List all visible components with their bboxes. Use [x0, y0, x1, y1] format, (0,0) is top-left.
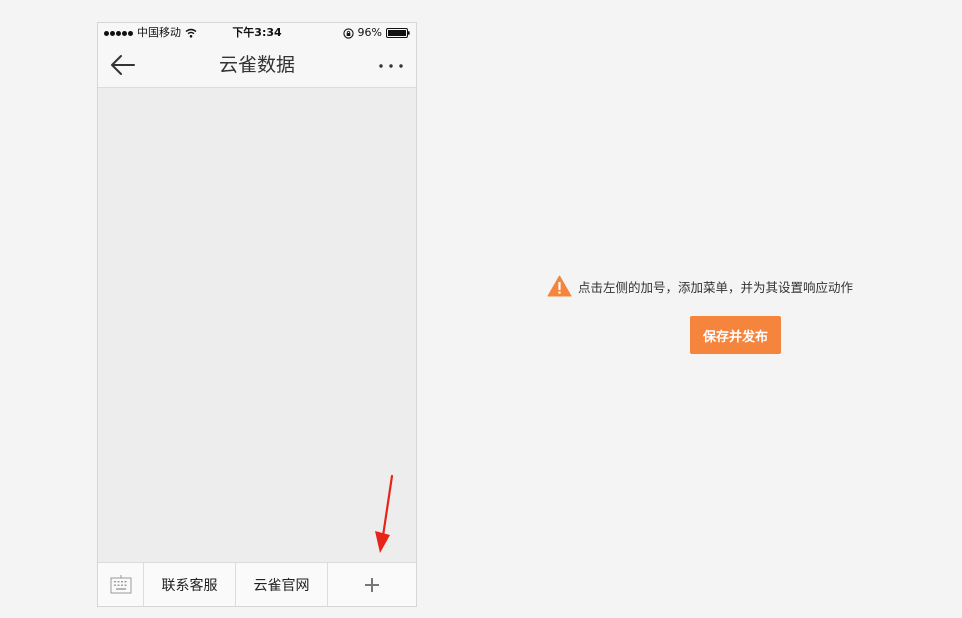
battery-percent: 96% [357, 26, 382, 39]
battery-icon [386, 28, 410, 38]
warning-icon [547, 275, 572, 297]
menu-editor-page: 中国移动 下午3:34 96% 云雀数据 联系客服 云雀官网 点击左侧的加号，添… [0, 0, 962, 618]
menu-item-official-site[interactable]: 云雀官网 [236, 563, 328, 606]
keyboard-icon [110, 574, 131, 593]
hint-text: 点击左侧的加号，添加菜单，并为其设置响应动作 [578, 279, 854, 295]
nav-bar: 云雀数据 [98, 43, 416, 88]
plus-icon [365, 577, 379, 592]
page-title: 云雀数据 [218, 54, 295, 76]
status-bar: 中国移动 下午3:34 96% [98, 23, 416, 43]
add-menu-button[interactable] [328, 563, 416, 606]
more-dots-icon[interactable] [378, 63, 404, 69]
phone-preview: 中国移动 下午3:34 96% 云雀数据 联系客服 云雀官网 [97, 22, 417, 607]
keyboard-toggle[interactable] [98, 563, 144, 606]
hint-message: 点击左侧的加号，添加菜单，并为其设置响应动作 [547, 275, 853, 297]
status-bar-right: 96% [342, 23, 410, 43]
save-and-publish-button[interactable]: 保存并发布 [690, 316, 781, 354]
rotation-lock-icon [342, 27, 354, 39]
menu-item-customer-service[interactable]: 联系客服 [144, 563, 236, 606]
custom-menu-bar: 联系客服 云雀官网 [98, 562, 416, 606]
annotation-arrow-icon [375, 474, 394, 553]
